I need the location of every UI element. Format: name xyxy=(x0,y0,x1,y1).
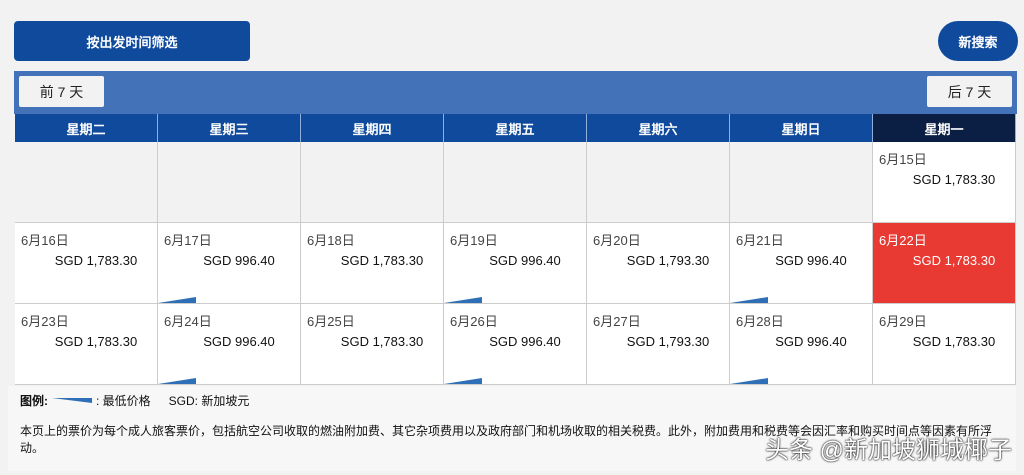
cell-date: 6月21日 xyxy=(736,233,784,248)
empty-cell xyxy=(587,142,730,223)
cell-price: SGD 1,793.30 xyxy=(626,334,710,349)
lowest-price-marker-icon xyxy=(52,398,92,403)
cell-date: 6月15日 xyxy=(879,152,927,167)
lowest-price-marker-icon xyxy=(444,378,482,384)
date-cell[interactable]: 6月22日 SGD 1,783.30 xyxy=(873,223,1016,304)
lowest-price-marker-icon xyxy=(158,297,196,303)
weekday-header: 星期日 xyxy=(730,114,873,142)
weekday-header: 星期二 xyxy=(15,114,158,142)
cell-price: SGD 996.40 xyxy=(203,253,275,268)
cell-date: 6月24日 xyxy=(164,314,212,329)
date-cell[interactable]: 6月28日 SGD 996.40 xyxy=(730,304,873,385)
empty-cell xyxy=(15,142,158,223)
new-search-button[interactable]: 新搜索 xyxy=(938,21,1018,61)
cell-date: 6月20日 xyxy=(593,233,641,248)
fare-calendar: 星期二 星期三 星期四 星期五 星期六 星期日 星期一 6月15日 SGD 1,783.30 6月… xyxy=(15,114,1016,385)
cell-date: 6月27日 xyxy=(593,314,641,329)
legend-currency: SGD: 新加坡元 xyxy=(168,394,250,408)
cell-date: 6月19日 xyxy=(450,233,498,248)
lowest-price-marker-icon xyxy=(730,297,768,303)
cell-price: SGD 1,783.30 xyxy=(912,253,996,268)
prev-7-days-button[interactable]: 前 7 天 xyxy=(19,76,104,107)
cell-price: SGD 996.40 xyxy=(775,334,847,349)
cell-price: SGD 996.40 xyxy=(489,253,561,268)
weekday-header: 星期四 xyxy=(301,114,444,142)
date-cell[interactable]: 6月26日 SGD 996.40 xyxy=(444,304,587,385)
date-cell[interactable]: 6月29日 SGD 1,783.30 xyxy=(873,304,1016,385)
cell-date: 6月18日 xyxy=(307,233,355,248)
cell-date: 6月17日 xyxy=(164,233,212,248)
date-cell[interactable]: 6月25日 SGD 1,783.30 xyxy=(301,304,444,385)
empty-cell xyxy=(301,142,444,223)
cell-price: SGD 1,783.30 xyxy=(340,334,424,349)
cell-date: 6月29日 xyxy=(879,314,927,329)
cell-date: 6月25日 xyxy=(307,314,355,329)
cell-price: SGD 996.40 xyxy=(489,334,561,349)
empty-cell xyxy=(730,142,873,223)
week-nav-bar: 前 7 天 后 7 天 xyxy=(14,71,1017,114)
date-cell[interactable]: 6月17日 SGD 996.40 xyxy=(158,223,301,304)
watermark: 头条 @新加坡狮城椰子 xyxy=(764,437,1012,464)
date-cell[interactable]: 6月20日 SGD 1,793.30 xyxy=(587,223,730,304)
legend-lowest: : 最低价格 xyxy=(96,394,151,408)
date-cell[interactable]: 6月24日 SGD 996.40 xyxy=(158,304,301,385)
cell-price: SGD 1,783.30 xyxy=(340,253,424,268)
cell-price: SGD 996.40 xyxy=(203,334,275,349)
date-cell[interactable]: 6月21日 SGD 996.40 xyxy=(730,223,873,304)
cell-date: 6月28日 xyxy=(736,314,784,329)
date-cell[interactable]: 6月15日 SGD 1,783.30 xyxy=(873,142,1016,223)
cell-date: 6月26日 xyxy=(450,314,498,329)
cell-price: SGD 1,783.30 xyxy=(54,253,138,268)
weekday-header: 星期三 xyxy=(158,114,301,142)
weekday-header: 星期五 xyxy=(444,114,587,142)
cell-price: SGD 1,783.30 xyxy=(912,334,996,349)
cell-price: SGD 996.40 xyxy=(775,253,847,268)
lowest-price-marker-icon xyxy=(730,378,768,384)
empty-cell xyxy=(158,142,301,223)
date-cell[interactable]: 6月18日 SGD 1,783.30 xyxy=(301,223,444,304)
filter-by-departure-time-button[interactable]: 按出发时间筛选 xyxy=(14,21,250,61)
lowest-price-marker-icon xyxy=(444,297,482,303)
cell-date: 6月23日 xyxy=(21,314,69,329)
date-cell[interactable]: 6月19日 SGD 996.40 xyxy=(444,223,587,304)
cell-date: 6月22日 xyxy=(879,233,927,248)
weekday-header: 星期一 xyxy=(873,114,1016,142)
empty-cell xyxy=(444,142,587,223)
date-cell[interactable]: 6月16日 SGD 1,783.30 xyxy=(15,223,158,304)
next-7-days-button[interactable]: 后 7 天 xyxy=(927,76,1012,107)
cell-price: SGD 1,783.30 xyxy=(54,334,138,349)
legend-label: 图例: xyxy=(20,394,48,408)
lowest-price-marker-icon xyxy=(158,378,196,384)
date-cell[interactable]: 6月27日 SGD 1,793.30 xyxy=(587,304,730,385)
cell-price: SGD 1,783.30 xyxy=(912,172,996,187)
weekday-header: 星期六 xyxy=(587,114,730,142)
cell-price: SGD 1,793.30 xyxy=(626,253,710,268)
cell-date: 6月16日 xyxy=(21,233,69,248)
date-cell[interactable]: 6月23日 SGD 1,783.30 xyxy=(15,304,158,385)
